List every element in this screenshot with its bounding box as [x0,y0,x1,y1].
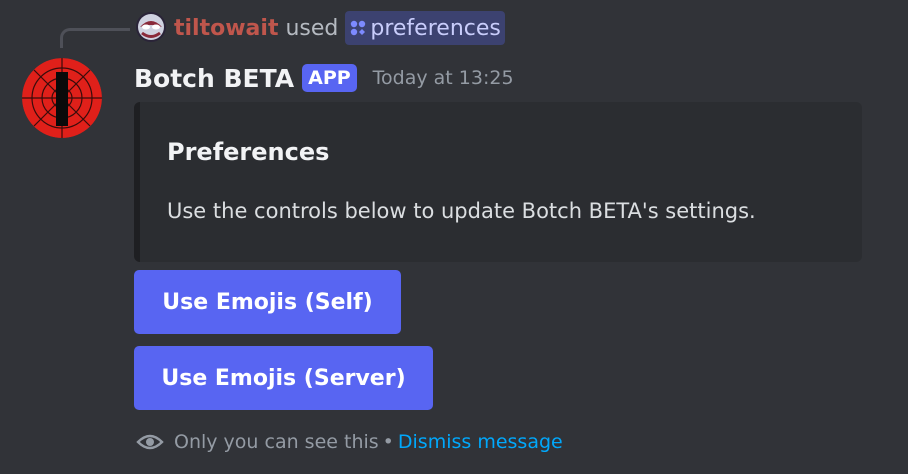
message-header: Botch BETA APP Today at 13:25 [134,58,514,98]
reply-spine [60,28,130,48]
embed-title: Preferences [167,138,330,166]
spider-avatar-icon[interactable] [136,12,166,42]
app-badge: APP [302,64,357,92]
ephemeral-footer: Only you can see this • Dismiss message [136,426,563,458]
dismiss-message-link[interactable]: Dismiss message [398,431,563,453]
command-mention[interactable]: preferences [345,11,505,45]
slash-command-icon [351,20,366,36]
interaction-action: used [285,15,339,41]
eye-icon [136,434,164,450]
bot-avatar-icon[interactable] [22,58,102,138]
embed: Preferences Use the controls below to up… [134,102,862,262]
interaction-line: tiltowait used preferences [174,11,505,45]
author-name[interactable]: Botch BETA [134,64,294,93]
interaction-user[interactable]: tiltowait [174,16,278,41]
ephemeral-notice: Only you can see this [174,431,379,453]
embed-description: Use the controls below to update Botch B… [167,199,756,223]
timestamp[interactable]: Today at 13:25 [373,67,514,89]
command-name: preferences [370,15,501,41]
use-emojis-self-button[interactable]: Use Emojis (Self) [134,270,401,334]
use-emojis-server-button[interactable]: Use Emojis (Server) [134,346,433,410]
separator-dot: • [382,431,394,453]
